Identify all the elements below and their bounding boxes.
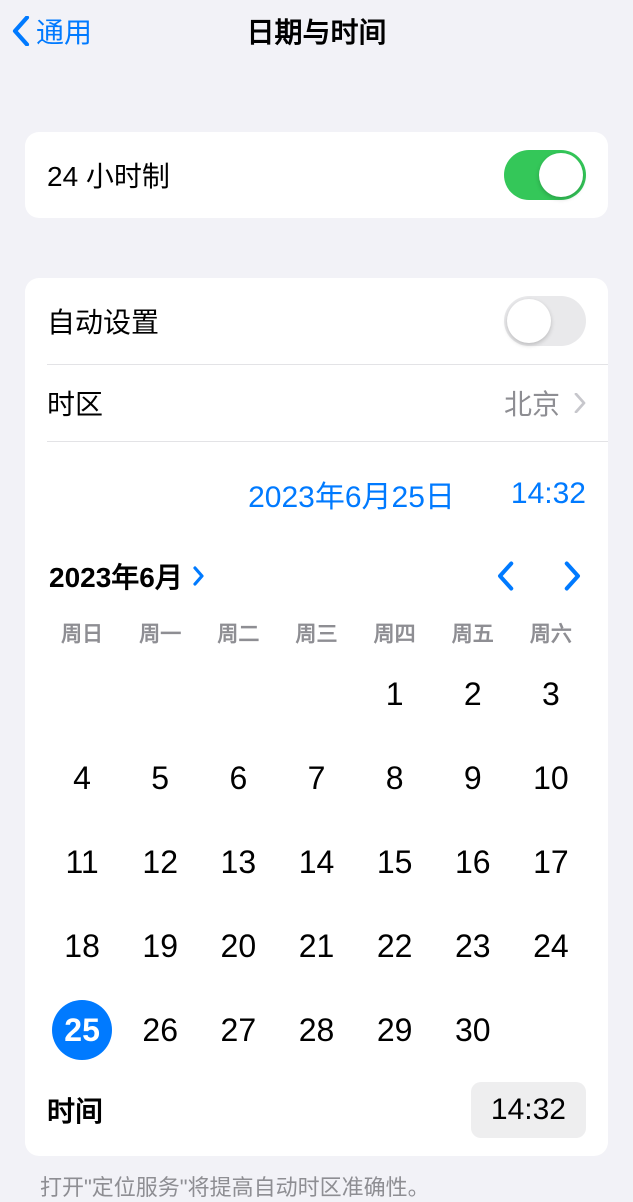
day-cell[interactable]: 22 — [356, 904, 434, 988]
day-blank — [277, 652, 355, 736]
day-cell[interactable]: 30 — [434, 988, 512, 1072]
twentyfour-hour-switch[interactable] — [504, 150, 586, 200]
month-label: 2023年6月 — [49, 556, 183, 596]
auto-set-label: 自动设置 — [47, 301, 159, 341]
timezone-value: 北京 — [504, 383, 560, 423]
weekday-header: 周日 — [43, 618, 121, 648]
day-cell[interactable]: 4 — [43, 736, 121, 820]
day-cell[interactable]: 28 — [277, 988, 355, 1072]
day-cell[interactable]: 17 — [512, 820, 590, 904]
timezone-row[interactable]: 时区 北京 — [25, 365, 608, 441]
day-cell[interactable]: 14 — [277, 820, 355, 904]
weekday-header: 周二 — [199, 618, 277, 648]
current-date[interactable]: 2023年6月25日 — [248, 472, 455, 516]
day-cell[interactable]: 8 — [356, 736, 434, 820]
back-button[interactable]: 通用 — [0, 11, 92, 51]
chevron-right-icon — [193, 566, 205, 586]
weekday-header: 周六 — [512, 618, 590, 648]
twentyfour-hour-row: 24 小时制 — [25, 132, 608, 218]
current-datetime-row: 2023年6月25日 14:32 — [25, 442, 608, 526]
day-cell[interactable]: 11 — [43, 820, 121, 904]
day-cell[interactable]: 10 — [512, 736, 590, 820]
page-title: 日期与时间 — [0, 11, 633, 51]
timezone-label: 时区 — [47, 383, 103, 423]
chevron-left-icon — [12, 16, 30, 46]
weekday-header: 周五 — [434, 618, 512, 648]
prev-month-button[interactable] — [494, 561, 516, 591]
current-time[interactable]: 14:32 — [511, 477, 586, 511]
day-cell[interactable]: 2 — [434, 652, 512, 736]
time-picker[interactable]: 14:32 — [471, 1082, 586, 1138]
weekday-header: 周一 — [121, 618, 199, 648]
day-cell[interactable]: 29 — [356, 988, 434, 1072]
day-cell[interactable]: 16 — [434, 820, 512, 904]
next-month-button[interactable] — [562, 561, 584, 591]
day-cell[interactable]: 6 — [199, 736, 277, 820]
day-cell[interactable]: 9 — [434, 736, 512, 820]
day-cell[interactable]: 12 — [121, 820, 199, 904]
day-cell[interactable]: 19 — [121, 904, 199, 988]
day-cell[interactable]: 13 — [199, 820, 277, 904]
day-cell[interactable]: 7 — [277, 736, 355, 820]
auto-set-switch[interactable] — [504, 296, 586, 346]
day-cell[interactable]: 25 — [43, 988, 121, 1072]
day-cell[interactable]: 1 — [356, 652, 434, 736]
day-cell[interactable]: 20 — [199, 904, 277, 988]
back-label: 通用 — [36, 11, 92, 51]
time-label: 时间 — [47, 1090, 103, 1130]
weekday-header: 周四 — [356, 618, 434, 648]
auto-set-row: 自动设置 — [25, 278, 608, 364]
day-cell[interactable]: 18 — [43, 904, 121, 988]
day-cell[interactable]: 23 — [434, 904, 512, 988]
day-cell[interactable]: 3 — [512, 652, 590, 736]
month-picker[interactable]: 2023年6月 — [49, 556, 205, 596]
day-cell[interactable]: 24 — [512, 904, 590, 988]
footer-note: 打开"定位服务"将提高自动时区准确性。 — [40, 1170, 593, 1202]
day-cell[interactable]: 21 — [277, 904, 355, 988]
day-cell[interactable]: 5 — [121, 736, 199, 820]
day-cell[interactable]: 26 — [121, 988, 199, 1072]
weekday-header: 周三 — [277, 618, 355, 648]
day-blank — [121, 652, 199, 736]
day-cell[interactable]: 15 — [356, 820, 434, 904]
chevron-right-icon — [574, 393, 586, 413]
twentyfour-hour-label: 24 小时制 — [47, 155, 170, 195]
day-blank — [43, 652, 121, 736]
day-cell[interactable]: 27 — [199, 988, 277, 1072]
day-blank — [199, 652, 277, 736]
